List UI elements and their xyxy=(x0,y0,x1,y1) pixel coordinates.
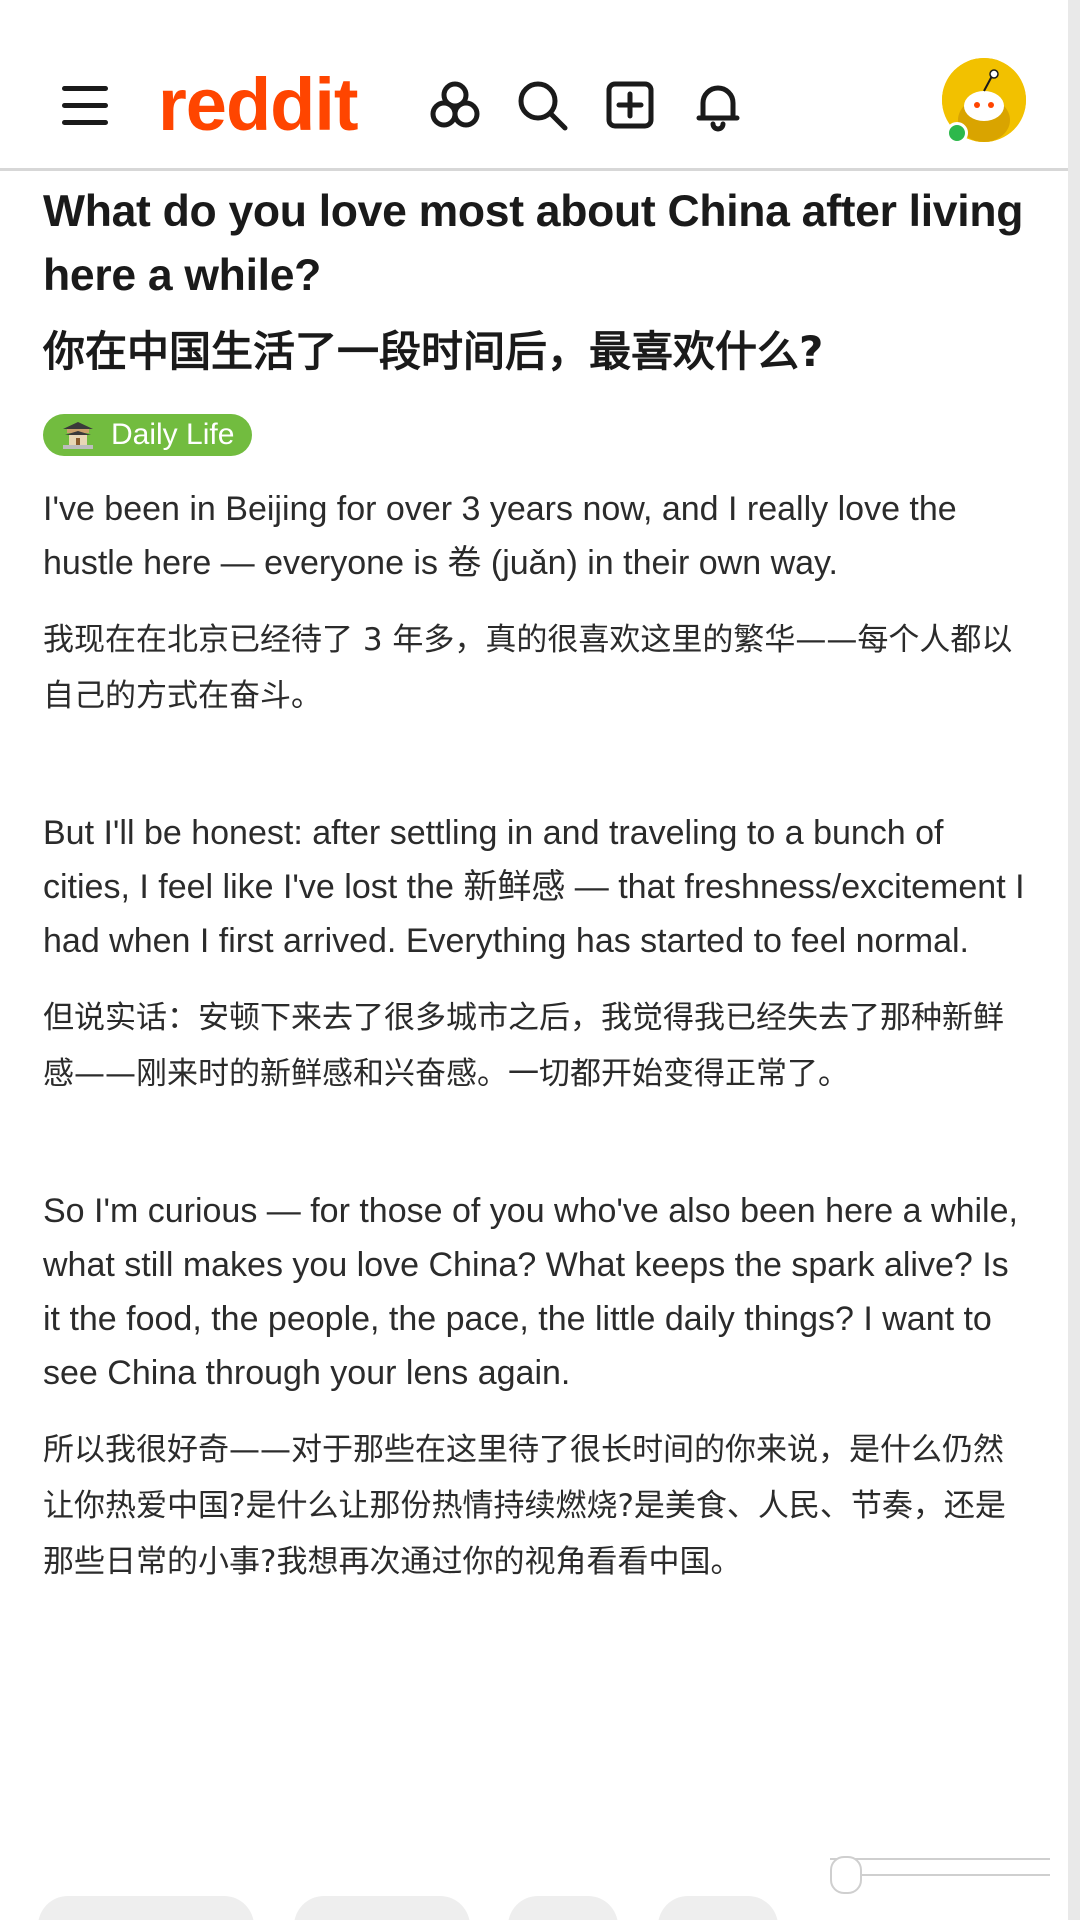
flair-label: Daily Life xyxy=(111,418,235,451)
explore-icon[interactable] xyxy=(426,76,484,134)
comments-button[interactable] xyxy=(294,1896,470,1920)
paragraph-zh-2: 但说实话：安顿下来去了很多城市之后，我觉得我已经失去了那种新鲜感——刚来时的新鲜… xyxy=(43,1000,1004,1092)
paragraph-zh-3: 所以我很好奇——对于那些在这里待了很长时间的你来说，是什么仍然让你热爱中国?是什… xyxy=(43,1432,1006,1580)
post-screen: reddit What do you love most about China… xyxy=(0,0,1068,1920)
paragraph-en-2: But I'll be honest: after settling in an… xyxy=(43,814,1025,960)
paragraph-en-1: I've been in Beijing for over 3 years no… xyxy=(43,490,957,582)
award-button[interactable] xyxy=(508,1896,618,1920)
paragraph-zh-1: 我现在在北京已经待了 3 年多，真的很喜欢这里的繁华——每个人都以自己的方式在奋… xyxy=(43,622,1013,714)
vote-button[interactable] xyxy=(38,1896,254,1920)
menu-icon[interactable] xyxy=(62,86,108,126)
search-icon[interactable] xyxy=(513,76,571,134)
reddit-logo[interactable]: reddit xyxy=(158,60,359,150)
temple-icon xyxy=(61,420,95,450)
notifications-icon[interactable] xyxy=(689,76,747,134)
text-selection-handle[interactable] xyxy=(830,1850,1050,1896)
post-title-translation: 你在中国生活了一段时间后，最喜欢什么? xyxy=(43,327,824,376)
top-app-bar: reddit xyxy=(0,0,1068,171)
online-status-icon xyxy=(946,122,968,144)
share-button[interactable] xyxy=(658,1896,778,1920)
paragraph-en-3: So I'm curious — for those of you who've… xyxy=(43,1192,1018,1392)
post-title: What do you love most about China after … xyxy=(43,187,1024,300)
flair-badge[interactable]: Daily Life xyxy=(43,414,253,456)
post-body: What do you love most about China after … xyxy=(43,168,1033,1590)
create-post-icon[interactable] xyxy=(601,76,659,134)
